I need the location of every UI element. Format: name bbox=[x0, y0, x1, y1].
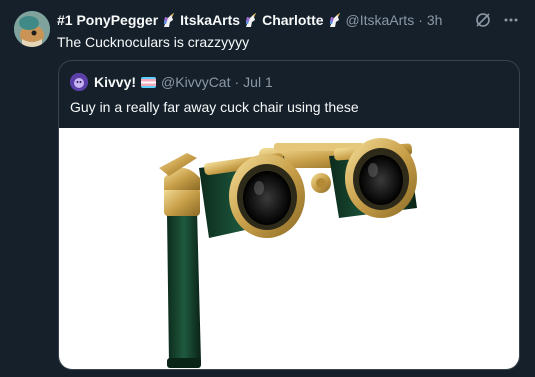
timestamp[interactable]: 3h bbox=[427, 12, 443, 28]
unicorn-icon bbox=[329, 13, 340, 27]
unicorn-icon bbox=[164, 13, 175, 27]
quote-header: Kivvy! @KivvyCat · Jul 1 bbox=[70, 73, 273, 91]
opera-glasses-image bbox=[159, 138, 417, 368]
avatar[interactable] bbox=[14, 11, 50, 47]
tweet-text: The Cucknoculars is crazzyyyy bbox=[57, 34, 250, 50]
separator-dot: · bbox=[418, 12, 423, 28]
unicorn-icon bbox=[246, 13, 257, 27]
tweet-header: #1 PonyPegger ItskaArts Charlotte @Itska… bbox=[57, 11, 442, 29]
quote-handle[interactable]: @KivvyCat bbox=[161, 74, 230, 90]
quote-media[interactable] bbox=[59, 128, 519, 369]
avatar-image bbox=[14, 11, 50, 47]
header-actions bbox=[473, 10, 521, 30]
tweet[interactable]: #1 PonyPegger ItskaArts Charlotte @Itska… bbox=[0, 0, 535, 377]
quote-avatar[interactable] bbox=[70, 73, 88, 91]
display-name[interactable]: #1 PonyPegger bbox=[57, 12, 158, 28]
handle[interactable]: @ItskaArts bbox=[346, 12, 415, 28]
grok-icon[interactable] bbox=[473, 10, 493, 30]
more-icon[interactable] bbox=[501, 10, 521, 30]
quote-timestamp[interactable]: Jul 1 bbox=[243, 74, 273, 90]
display-name-part3[interactable]: Charlotte bbox=[262, 12, 323, 28]
separator-dot: · bbox=[234, 74, 240, 90]
transgender-flag-icon bbox=[141, 76, 157, 88]
display-name-part2[interactable]: ItskaArts bbox=[180, 12, 240, 28]
quote-text: Guy in a really far away cuck chair usin… bbox=[70, 99, 359, 115]
quote-display-name[interactable]: Kivvy! bbox=[94, 74, 136, 90]
quoted-tweet[interactable]: Kivvy! @KivvyCat · Jul 1 Guy in a really… bbox=[58, 60, 520, 370]
